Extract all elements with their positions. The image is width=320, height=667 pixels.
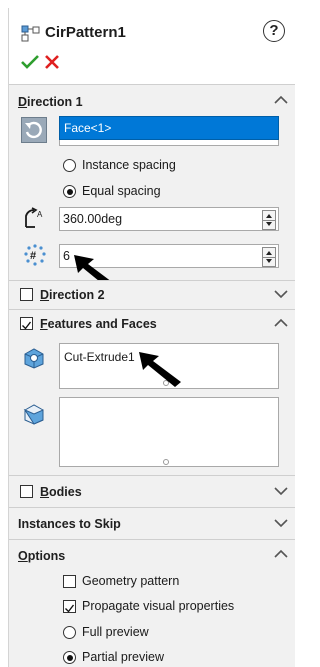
partial-preview-radio[interactable] [63,651,76,664]
faces-list[interactable] [59,397,279,467]
bodies-label: Bodies [40,485,82,499]
instances-to-skip-label: Instances to Skip [18,517,121,531]
geometry-pattern-checkbox[interactable] [63,575,76,588]
instance-spacing-label: Instance spacing [82,158,176,172]
checkmark-icon [22,321,32,330]
svg-text:#: # [30,250,36,262]
angle-input[interactable]: 360.00deg [59,207,279,231]
partial-preview-label: Partial preview [82,650,164,664]
instance-count-spinner[interactable] [262,247,276,267]
direction2-label: Direction 2 [40,288,105,302]
pointer-arrow-icon [139,352,181,387]
chevron-down-icon[interactable] [274,486,288,496]
direction-reference-value: Face<1> [64,121,112,135]
bodies-checkbox[interactable] [20,485,33,498]
angle-icon: A [25,207,43,228]
chevron-down-icon[interactable] [274,289,288,299]
options-label: Options [18,549,66,563]
features-to-pattern-icon [24,348,44,369]
ok-checkmark-icon[interactable] [20,54,40,70]
checkmark-icon [65,604,75,613]
feature-title: CirPattern1 [45,24,126,41]
features-label: Features and Faces [40,317,157,331]
equal-spacing-label: Equal spacing [82,184,161,198]
instance-count-icon: # [24,244,46,266]
help-icon[interactable]: ? [263,20,285,42]
angle-value: 360.00deg [63,212,123,226]
reverse-direction-button[interactable] [21,117,47,143]
angle-spinner[interactable] [262,210,276,230]
faces-to-pattern-icon [23,404,44,425]
chevron-up-icon[interactable] [274,318,288,328]
propagate-visual-checkbox[interactable] [63,600,76,613]
features-list-item[interactable]: Cut-Extrude1 [64,350,135,364]
instance-spacing-radio[interactable] [63,159,76,172]
geometry-pattern-label: Geometry pattern [82,574,180,588]
chevron-down-icon[interactable] [274,518,288,528]
property-manager-panel: CirPattern1 ? Direction 1 Face<1> Instan… [8,8,295,667]
svg-text:A: A [37,210,43,219]
instance-count-value: 6 [63,249,70,263]
direction2-checkbox[interactable] [20,288,33,301]
propagate-visual-label: Propagate visual properties [82,599,235,613]
direction-reference-field[interactable]: Face<1> [59,116,279,140]
chevron-up-icon[interactable] [274,549,288,559]
direction1-label: Direction 1 [18,95,83,109]
chevron-up-icon[interactable] [274,95,288,105]
direction-reference-field-bottom [59,140,279,146]
list-resize-handle[interactable] [163,459,169,465]
features-checkbox[interactable] [20,317,33,330]
circular-pattern-icon [21,25,40,42]
full-preview-label: Full preview [82,625,149,639]
cancel-x-icon[interactable] [44,54,60,70]
full-preview-radio[interactable] [63,626,76,639]
equal-spacing-radio[interactable] [63,185,76,198]
rotate-arrow-icon [25,121,42,139]
